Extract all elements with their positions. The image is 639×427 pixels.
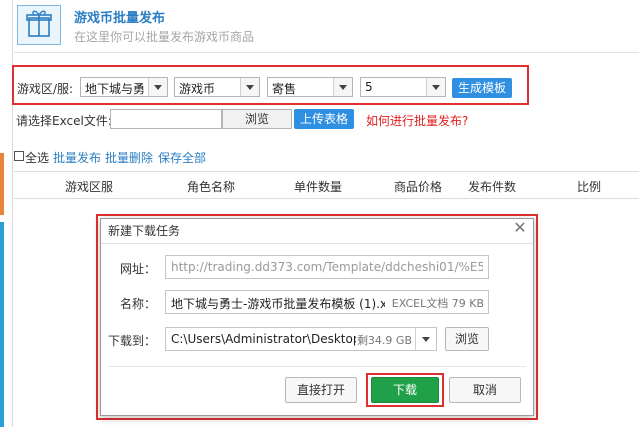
generate-template-button[interactable]: 生成模板 (452, 78, 512, 98)
item-type-value: 游戏币 (179, 82, 216, 96)
save-path-field[interactable]: C:\Users\Administrator\Desktop 剩34.9 GB (165, 327, 437, 351)
file-name-field[interactable]: 地下城与勇士-游戏币批量发布模板 (1).xls EXCEL文档 79 KB (165, 290, 489, 314)
select-all-checkbox[interactable] (14, 151, 24, 161)
save-path-label: 下载到： (107, 334, 156, 348)
item-type-select[interactable]: 游戏币 (174, 77, 260, 97)
page-subtitle: 在这里你可以批量发布游戏币商品 (74, 30, 255, 44)
file-name-value: 地下城与勇士-游戏币批量发布模板 (1).xls (171, 297, 385, 311)
excel-file-label: 请选择Excel文件: (16, 114, 112, 128)
close-icon[interactable]: ✕ (511, 219, 529, 237)
save-path-value: C:\Users\Administrator\Desktop (171, 332, 356, 346)
server-label: 游戏区/服: (17, 82, 74, 96)
chevron-down-icon (148, 78, 167, 96)
column-header-price: 商品价格 (394, 180, 443, 194)
name-label: 名称： (119, 297, 156, 311)
free-space: 剩34.9 GB (356, 334, 412, 347)
url-value: http://trading.dd373.com/Template/ddches… (171, 260, 483, 274)
browse-folder-button[interactable]: 浏览 (445, 327, 489, 351)
upload-sheet-button[interactable]: 上传表格 (294, 109, 354, 129)
column-header-unit-qty: 单件数量 (294, 180, 343, 194)
chevron-down-icon (422, 337, 430, 342)
column-header-count: 发布件数 (468, 180, 517, 194)
batch-delete-link[interactable]: 批量删除 (105, 149, 153, 166)
url-label: 网址： (119, 262, 156, 276)
quantity-value: 5 (365, 80, 373, 94)
server-select[interactable]: 地下城与勇 (80, 77, 168, 97)
browse-file-button[interactable]: 浏览 (222, 109, 292, 129)
open-directly-button[interactable]: 直接打开 (285, 377, 357, 403)
batch-publish-link[interactable]: 批量发布 (53, 149, 101, 166)
column-header-ratio: 比例 (577, 180, 602, 194)
url-field[interactable]: http://trading.dd373.com/Template/ddches… (165, 255, 489, 279)
chevron-down-icon (333, 78, 352, 96)
trade-mode-select[interactable]: 寄售 (267, 77, 353, 97)
cancel-button[interactable]: 取消 (449, 377, 521, 403)
left-accent-strip-blue (0, 222, 4, 427)
header-divider (14, 52, 639, 53)
table-header: 游戏区服 角色名称 单件数量 商品价格 发布件数 比例 (14, 171, 639, 199)
dialog-title: 新建下载任务 (108, 224, 181, 238)
chevron-down-icon (426, 78, 445, 96)
path-dropdown-button[interactable] (415, 328, 436, 350)
batch-publish-icon (17, 5, 61, 45)
trade-mode-value: 寄售 (272, 82, 297, 96)
page-title: 游戏币批量发布 (74, 11, 166, 26)
dialog-title-divider (101, 243, 533, 244)
left-accent-strip-orange (0, 153, 4, 215)
chevron-down-icon (240, 78, 259, 96)
server-select-value: 地下城与勇 (85, 82, 146, 96)
quantity-select[interactable]: 5 (360, 77, 446, 97)
select-all-label: 全选 (25, 151, 50, 165)
excel-file-input[interactable] (110, 109, 222, 129)
column-header-server: 游戏区服 (65, 180, 114, 194)
column-header-role: 角色名称 (187, 180, 236, 194)
dialog-footer-divider (108, 366, 526, 367)
save-all-link[interactable]: 保存全部 (158, 149, 206, 166)
download-button[interactable]: 下载 (371, 377, 439, 403)
batch-publish-help-link[interactable]: 如何进行批量发布? (366, 112, 468, 129)
file-type-size: EXCEL文档 79 KB (391, 297, 484, 310)
